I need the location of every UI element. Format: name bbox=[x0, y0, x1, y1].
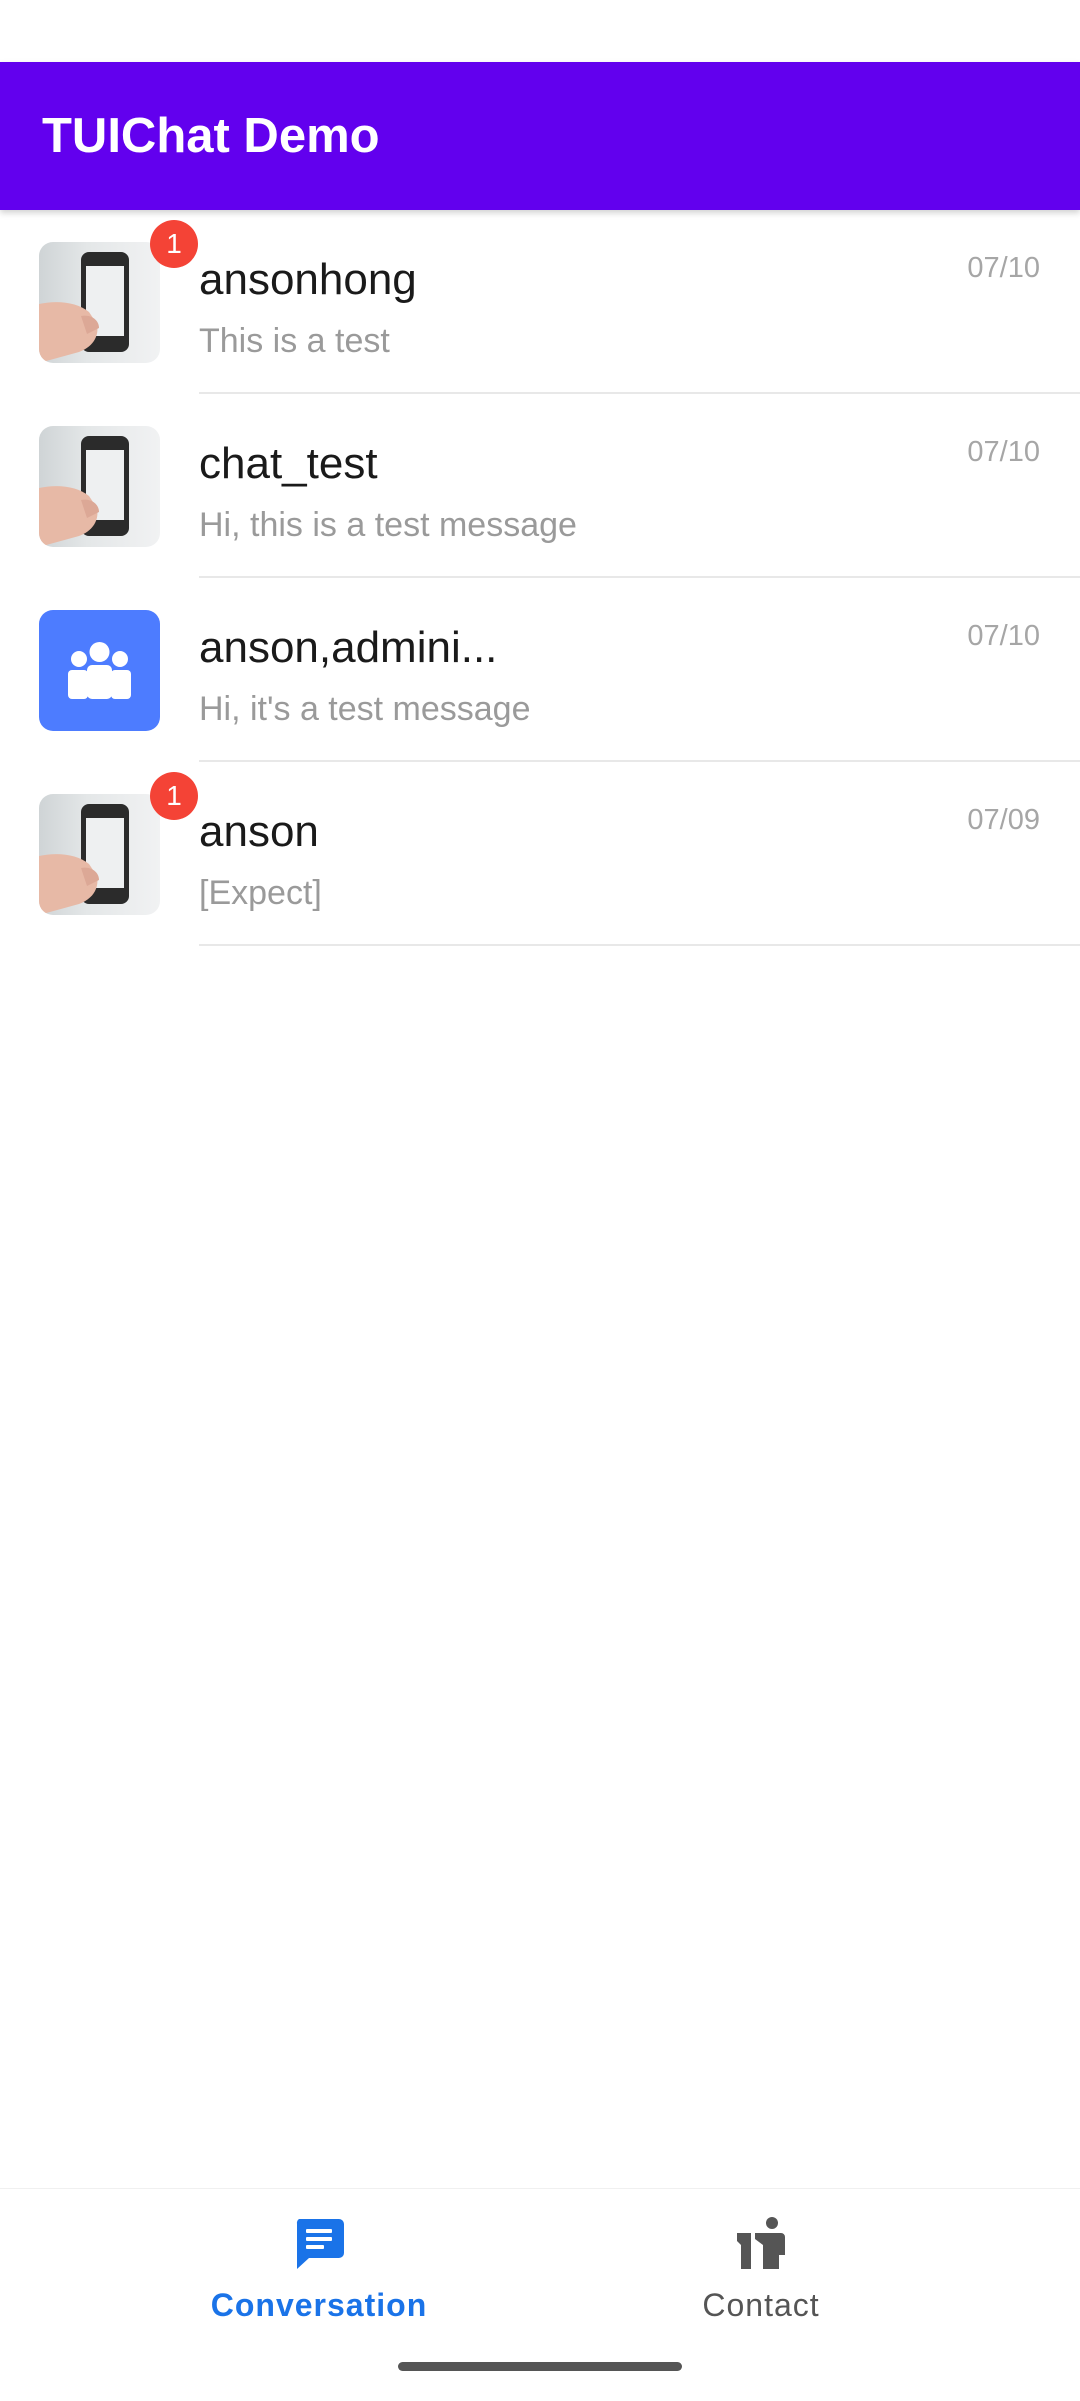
photo-avatar bbox=[39, 794, 160, 915]
conversation-item[interactable]: anson,admini... Hi, it's a test message … bbox=[0, 578, 1080, 762]
conversation-preview: This is a test bbox=[199, 322, 390, 360]
conversation-item[interactable]: 1 ansonhong This is a test 07/10 bbox=[0, 210, 1080, 394]
tab-contact-label: Contact bbox=[702, 2287, 820, 2323]
tab-contact[interactable]: Contact bbox=[611, 2189, 911, 2339]
chat-bubble-icon bbox=[296, 2219, 344, 2269]
app-bar: TUIChat Demo bbox=[0, 62, 1080, 210]
conversation-name: ansonhong bbox=[199, 255, 417, 304]
conversation-list[interactable]: 1 ansonhong This is a test 07/10 chat_te… bbox=[0, 210, 1080, 946]
tab-conversation[interactable]: Conversation bbox=[169, 2189, 469, 2339]
conversation-preview: Hi, this is a test message bbox=[199, 506, 577, 544]
conversation-preview: [Expect] bbox=[199, 874, 322, 912]
conversation-preview: Hi, it's a test message bbox=[199, 690, 531, 728]
group-avatar-icon bbox=[39, 610, 160, 731]
photo-avatar bbox=[39, 426, 160, 547]
divider bbox=[199, 944, 1080, 946]
conversation-time: 07/10 bbox=[967, 252, 1040, 284]
app-title: TUIChat Demo bbox=[42, 109, 380, 163]
conversation-item[interactable]: 1 anson [Expect] 07/09 bbox=[0, 762, 1080, 946]
conversation-name: anson,admini... bbox=[199, 623, 498, 672]
home-indicator[interactable] bbox=[398, 2362, 682, 2371]
unread-badge: 1 bbox=[150, 772, 198, 820]
conversation-name: anson bbox=[199, 807, 319, 856]
photo-avatar bbox=[39, 242, 160, 363]
conversation-time: 07/10 bbox=[967, 436, 1040, 468]
conversation-time: 07/10 bbox=[967, 620, 1040, 652]
conversation-item[interactable]: chat_test Hi, this is a test message 07/… bbox=[0, 394, 1080, 578]
unread-badge: 1 bbox=[150, 220, 198, 268]
contact-icon bbox=[737, 2217, 785, 2269]
conversation-name: chat_test bbox=[199, 439, 378, 488]
tab-conversation-label: Conversation bbox=[210, 2287, 428, 2323]
status-bar bbox=[0, 0, 1080, 62]
conversation-time: 07/09 bbox=[967, 804, 1040, 836]
